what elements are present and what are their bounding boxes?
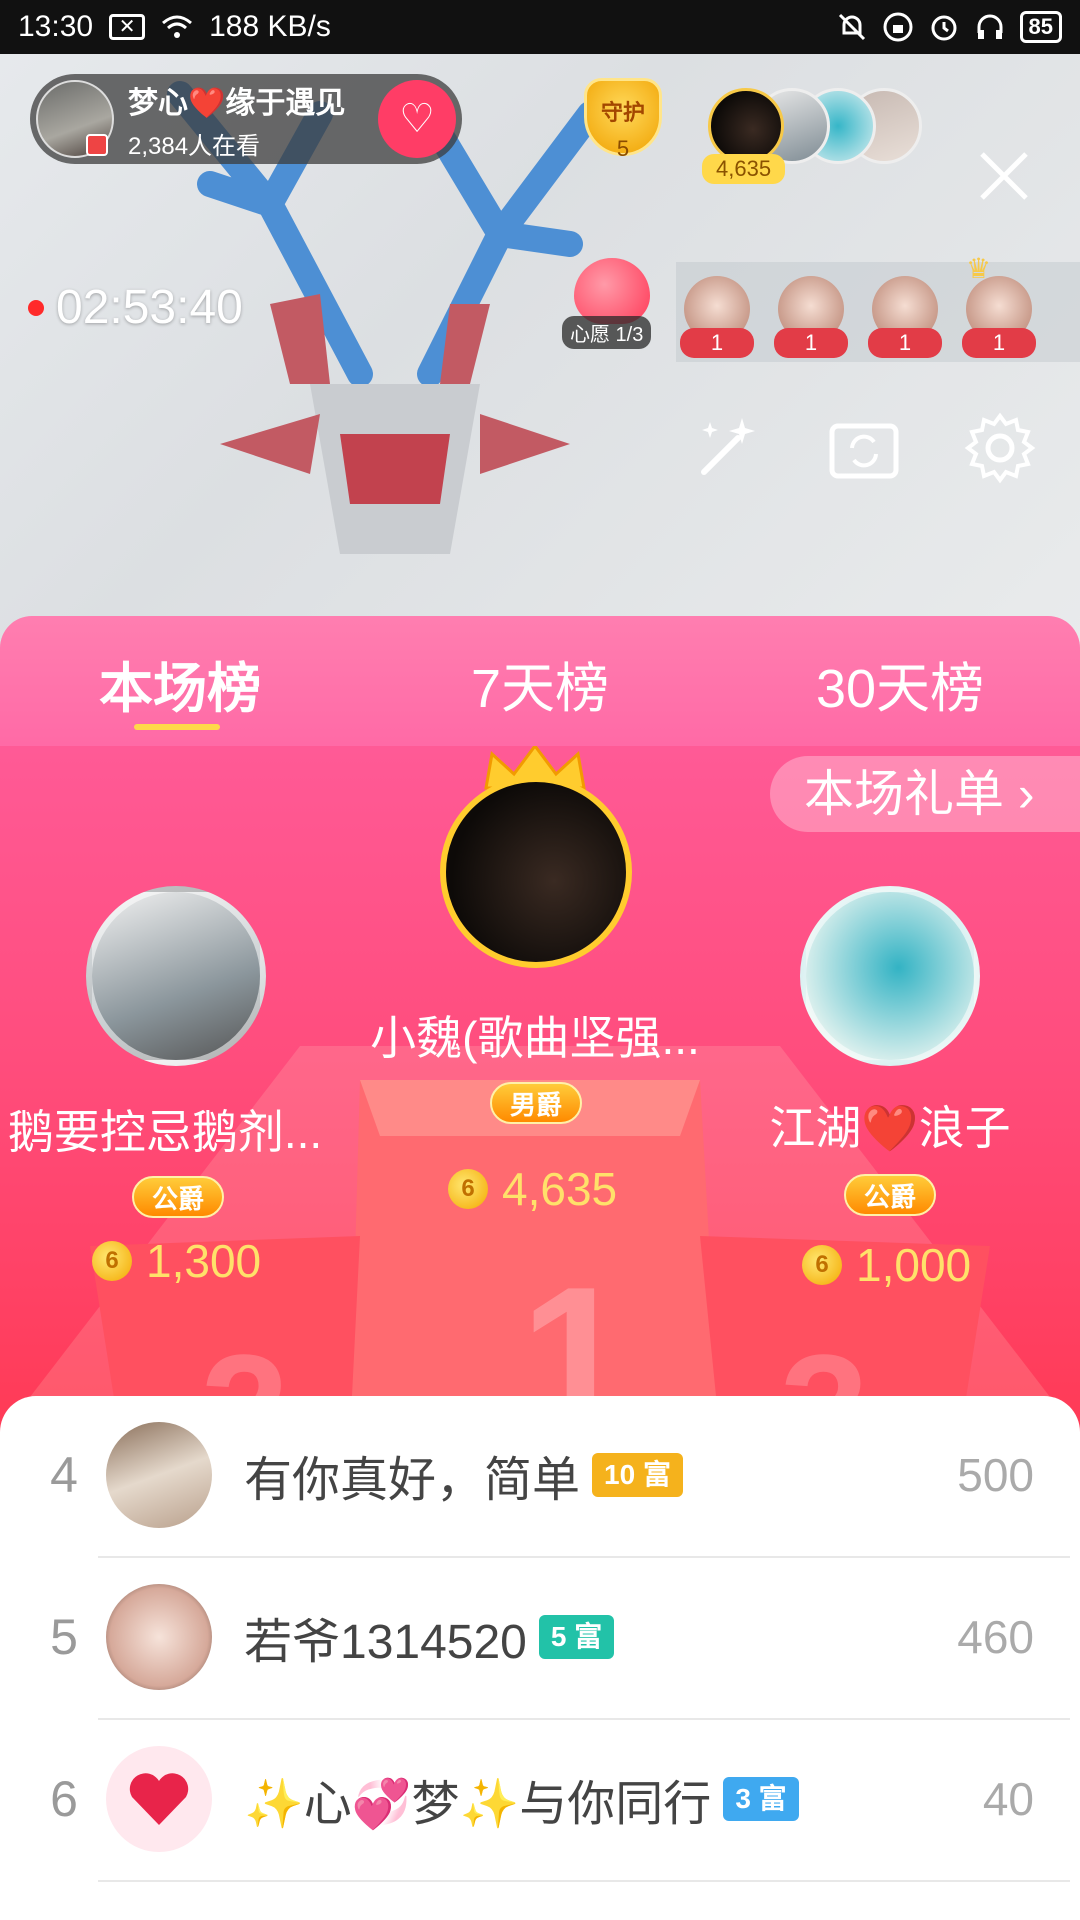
third-place-avatar[interactable] (800, 886, 980, 1066)
coin-icon: 6 (802, 1245, 842, 1285)
rich-level-badge: 10 富 (592, 1453, 683, 1497)
mute-bell-icon (838, 13, 865, 41)
list-item[interactable]: 5 若爷1314520 5 富 460 (0, 1558, 1080, 1720)
heart-icon (129, 1773, 189, 1825)
user-name: 若爷1314520 (244, 1616, 527, 1669)
ranking-list: 4 有你真好，简单 10 富 500 5 若爷1314520 5 富 460 6 (0, 1396, 1080, 1920)
camera-flip-icon[interactable] (826, 410, 902, 486)
wish-heart-icon (574, 258, 650, 324)
user-score: 460 (957, 1611, 1034, 1663)
divider (98, 1880, 1070, 1882)
top-viewer-avatar[interactable] (708, 88, 784, 164)
second-place-name[interactable]: 鹅要控忌鹅剂... (0, 1096, 330, 1162)
third-place-score-value: 1,000 (856, 1239, 972, 1291)
live-video[interactable]: 梦心❤️缘于遇见 2,384人在看 ♡ 守护 5 4,635 02:53:40 … (0, 54, 1080, 654)
status-bar: 13:30 ✕ 188 KB/s 85 (0, 0, 1080, 54)
mic-seat-strip: 1 1 1 1 ♛ (676, 253, 1080, 362)
crown-icon: ♛ (966, 253, 992, 284)
top-viewer-score: 4,635 (702, 154, 786, 184)
rank-number: 5 (50, 1609, 78, 1665)
timer-text: 02:53:40 (56, 281, 243, 334)
user-name-row: 有你真好，简单 10 富 (244, 1440, 683, 1510)
top-viewers[interactable]: 4,635 (702, 82, 938, 184)
recording-dot-icon (28, 299, 44, 316)
user-name-row: ✨心💞梦✨与你同行 3 富 (244, 1764, 799, 1834)
live-badge-icon (86, 134, 108, 156)
host-avatar[interactable] (36, 80, 114, 158)
user-score: 40 (982, 1773, 1034, 1825)
third-place-badge: 公爵 (844, 1174, 937, 1216)
battery-level: 85 (1019, 11, 1062, 43)
first-place-name[interactable]: 小魏(歌曲坚强... (350, 1002, 720, 1068)
second-place-avatar[interactable] (86, 886, 266, 1066)
magic-wand-icon[interactable] (690, 410, 766, 486)
user-avatar[interactable] (106, 1746, 212, 1852)
list-item[interactable]: 6 ✨心💞梦✨与你同行 3 富 40 (0, 1720, 1080, 1882)
notification-icon: ✕ (109, 14, 146, 40)
network-speed: 188 KB/s (209, 10, 331, 43)
coin-icon: 6 (92, 1241, 132, 1281)
podium-area: 1 2 3 本场礼单 › 小魏(歌曲坚强... 男爵 6 4,635 鹅要控忌鹅剂… (0, 746, 1080, 1436)
user-name: ✨心💞梦✨与你同行 (244, 1778, 712, 1831)
tab-7-days[interactable]: 7天榜 (360, 616, 720, 746)
first-place-avatar[interactable] (440, 776, 632, 968)
settings-gear-icon[interactable] (962, 410, 1038, 486)
status-time: 13:30 (18, 10, 94, 43)
list-item[interactable]: 4 有你真好，简单 10 富 500 (0, 1396, 1080, 1558)
tab-30-days[interactable]: 30天榜 (720, 616, 1080, 746)
rich-level-badge: 5 富 (538, 1615, 615, 1659)
rank-number: 6 (50, 1771, 78, 1827)
ranking-panel: 本场榜 7天榜 30天榜 1 2 3 本场礼单 › 小魏(歌曲坚强... 男爵 … (0, 616, 1080, 1920)
headphones-icon (977, 14, 1003, 39)
third-place-name[interactable]: 江湖❤️浪子 (740, 1092, 1040, 1158)
wish-label: 心愿 1/3 (562, 316, 652, 349)
ranking-tabs: 本场榜 7天榜 30天榜 (0, 616, 1080, 746)
rich-level-badge: 3 富 (723, 1777, 799, 1821)
user-avatar[interactable] (106, 1584, 212, 1690)
user-score: 500 (957, 1449, 1034, 1501)
guard-badge[interactable]: 守护 5 (578, 78, 668, 178)
mic-seat-count: 1 (680, 328, 754, 358)
first-place-score-value: 4,635 (502, 1163, 618, 1215)
host-name: 梦心❤️缘于遇见 (128, 86, 346, 120)
user-name: 有你真好，简单 (244, 1454, 581, 1507)
live-timer: 02:53:40 (28, 280, 243, 335)
follow-heart-button[interactable]: ♡ (378, 80, 456, 158)
second-place-score-value: 1,300 (146, 1235, 262, 1287)
guard-label: 守护 (600, 100, 645, 125)
rank-number: 4 (50, 1447, 78, 1503)
lock-rotation-icon (883, 12, 913, 42)
first-place-score: 6 4,635 (448, 1162, 617, 1216)
mic-seat-count: 1 (774, 328, 848, 358)
third-place-score: 6 1,000 (802, 1238, 971, 1292)
guard-count: 5 (616, 136, 630, 161)
second-place-badge: 公爵 (132, 1176, 225, 1218)
user-name-row: 若爷1314520 5 富 (244, 1602, 615, 1672)
mic-seat-count: 1 (868, 328, 942, 358)
coin-icon: 6 (448, 1169, 488, 1209)
first-place-badge: 男爵 (490, 1082, 583, 1124)
wish-widget[interactable]: 心愿 1/3 (562, 258, 672, 349)
second-place-score: 6 1,300 (92, 1234, 261, 1288)
alarm-icon (931, 15, 957, 41)
close-icon[interactable] (978, 150, 1030, 202)
gift-list-button[interactable]: 本场礼单 › (770, 756, 1080, 832)
user-avatar[interactable] (106, 1422, 212, 1528)
active-tab-indicator (134, 724, 220, 730)
viewer-count: 2,384人在看 (128, 132, 261, 160)
host-info-pill[interactable]: 梦心❤️缘于遇见 2,384人在看 ♡ (30, 74, 462, 164)
mic-seat-count: 1 (962, 328, 1036, 358)
wifi-icon (162, 15, 193, 38)
